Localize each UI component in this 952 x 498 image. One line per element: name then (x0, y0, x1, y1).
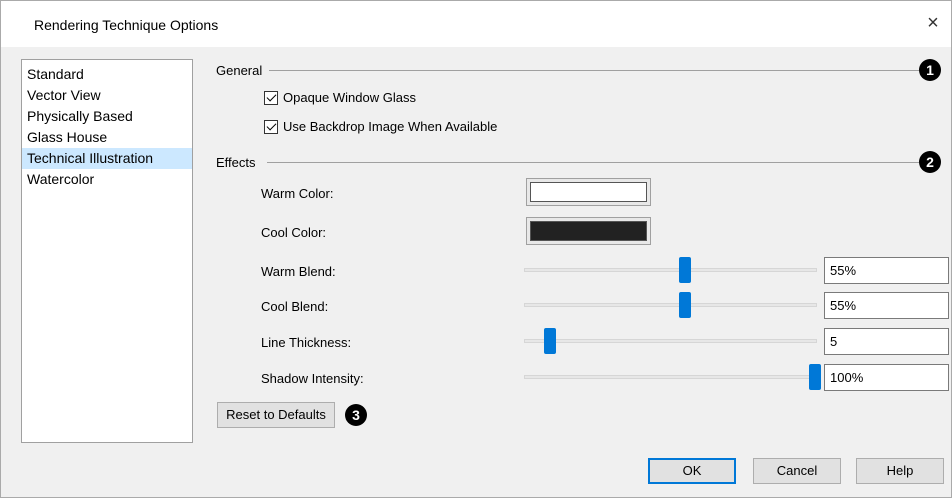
technique-item[interactable]: Physically Based (22, 106, 192, 127)
callout-1-badge: 1 (919, 59, 941, 81)
opaque-window-glass-checkbox[interactable] (264, 90, 278, 105)
general-divider (269, 70, 919, 71)
title-bar: Rendering Technique Options × (1, 1, 951, 47)
line-thickness-input[interactable]: 5 (824, 328, 949, 355)
cancel-button[interactable]: Cancel (753, 458, 841, 484)
opaque-window-glass-option[interactable]: Opaque Window Glass (264, 90, 416, 105)
warm-color-swatch (530, 182, 647, 202)
ok-button[interactable]: OK (648, 458, 736, 484)
use-backdrop-image-checkbox[interactable] (264, 119, 278, 134)
shadow-intensity-label: Shadow Intensity: (261, 371, 364, 386)
use-backdrop-image-label: Use Backdrop Image When Available (283, 119, 498, 134)
warm-blend-input[interactable]: 55% (824, 257, 949, 284)
warm-color-label: Warm Color: (261, 186, 334, 201)
shadow-intensity-slider-thumb[interactable] (809, 364, 821, 390)
cool-blend-input[interactable]: 55% (824, 292, 949, 319)
use-backdrop-image-option[interactable]: Use Backdrop Image When Available (264, 119, 497, 134)
technique-item[interactable]: Watercolor (22, 169, 192, 190)
technique-item[interactable]: Glass House (22, 127, 192, 148)
line-thickness-slider-thumb[interactable] (544, 328, 557, 354)
opaque-window-glass-label: Opaque Window Glass (283, 90, 416, 105)
cool-color-label: Cool Color: (261, 225, 327, 240)
help-button[interactable]: Help (856, 458, 944, 484)
shadow-intensity-input[interactable]: 100% (824, 364, 949, 391)
technique-list[interactable]: Standard Vector View Physically Based Glass… (21, 59, 193, 443)
cool-color-swatch-button[interactable] (526, 217, 651, 245)
close-icon[interactable]: × (921, 13, 945, 35)
general-group-label: General (216, 63, 271, 78)
cool-blend-label: Cool Blend: (261, 299, 329, 314)
warm-blend-label: Warm Blend: (261, 264, 336, 279)
effects-divider (267, 162, 919, 163)
effects-group-label: Effects (216, 155, 264, 170)
technique-item[interactable]: Standard (22, 64, 192, 85)
callout-3-badge: 3 (345, 404, 367, 426)
shadow-intensity-slider[interactable] (524, 375, 817, 379)
dialog-title: Rendering Technique Options (34, 17, 219, 33)
warm-blend-slider-thumb[interactable] (679, 257, 692, 283)
callout-2-badge: 2 (919, 151, 941, 173)
warm-blend-slider[interactable] (524, 268, 817, 272)
line-thickness-label: Line Thickness: (261, 335, 352, 350)
rendering-technique-dialog: Rendering Technique Options × Standard Ve… (0, 0, 952, 498)
warm-color-swatch-button[interactable] (526, 178, 651, 206)
reset-to-defaults-button[interactable]: Reset to Defaults (217, 402, 335, 428)
technique-item[interactable]: Technical Illustration (22, 148, 192, 169)
cool-blend-slider-thumb[interactable] (679, 292, 692, 318)
cool-color-swatch (530, 221, 647, 241)
line-thickness-slider[interactable] (524, 339, 817, 343)
cool-blend-slider[interactable] (524, 303, 817, 307)
technique-item[interactable]: Vector View (22, 85, 192, 106)
